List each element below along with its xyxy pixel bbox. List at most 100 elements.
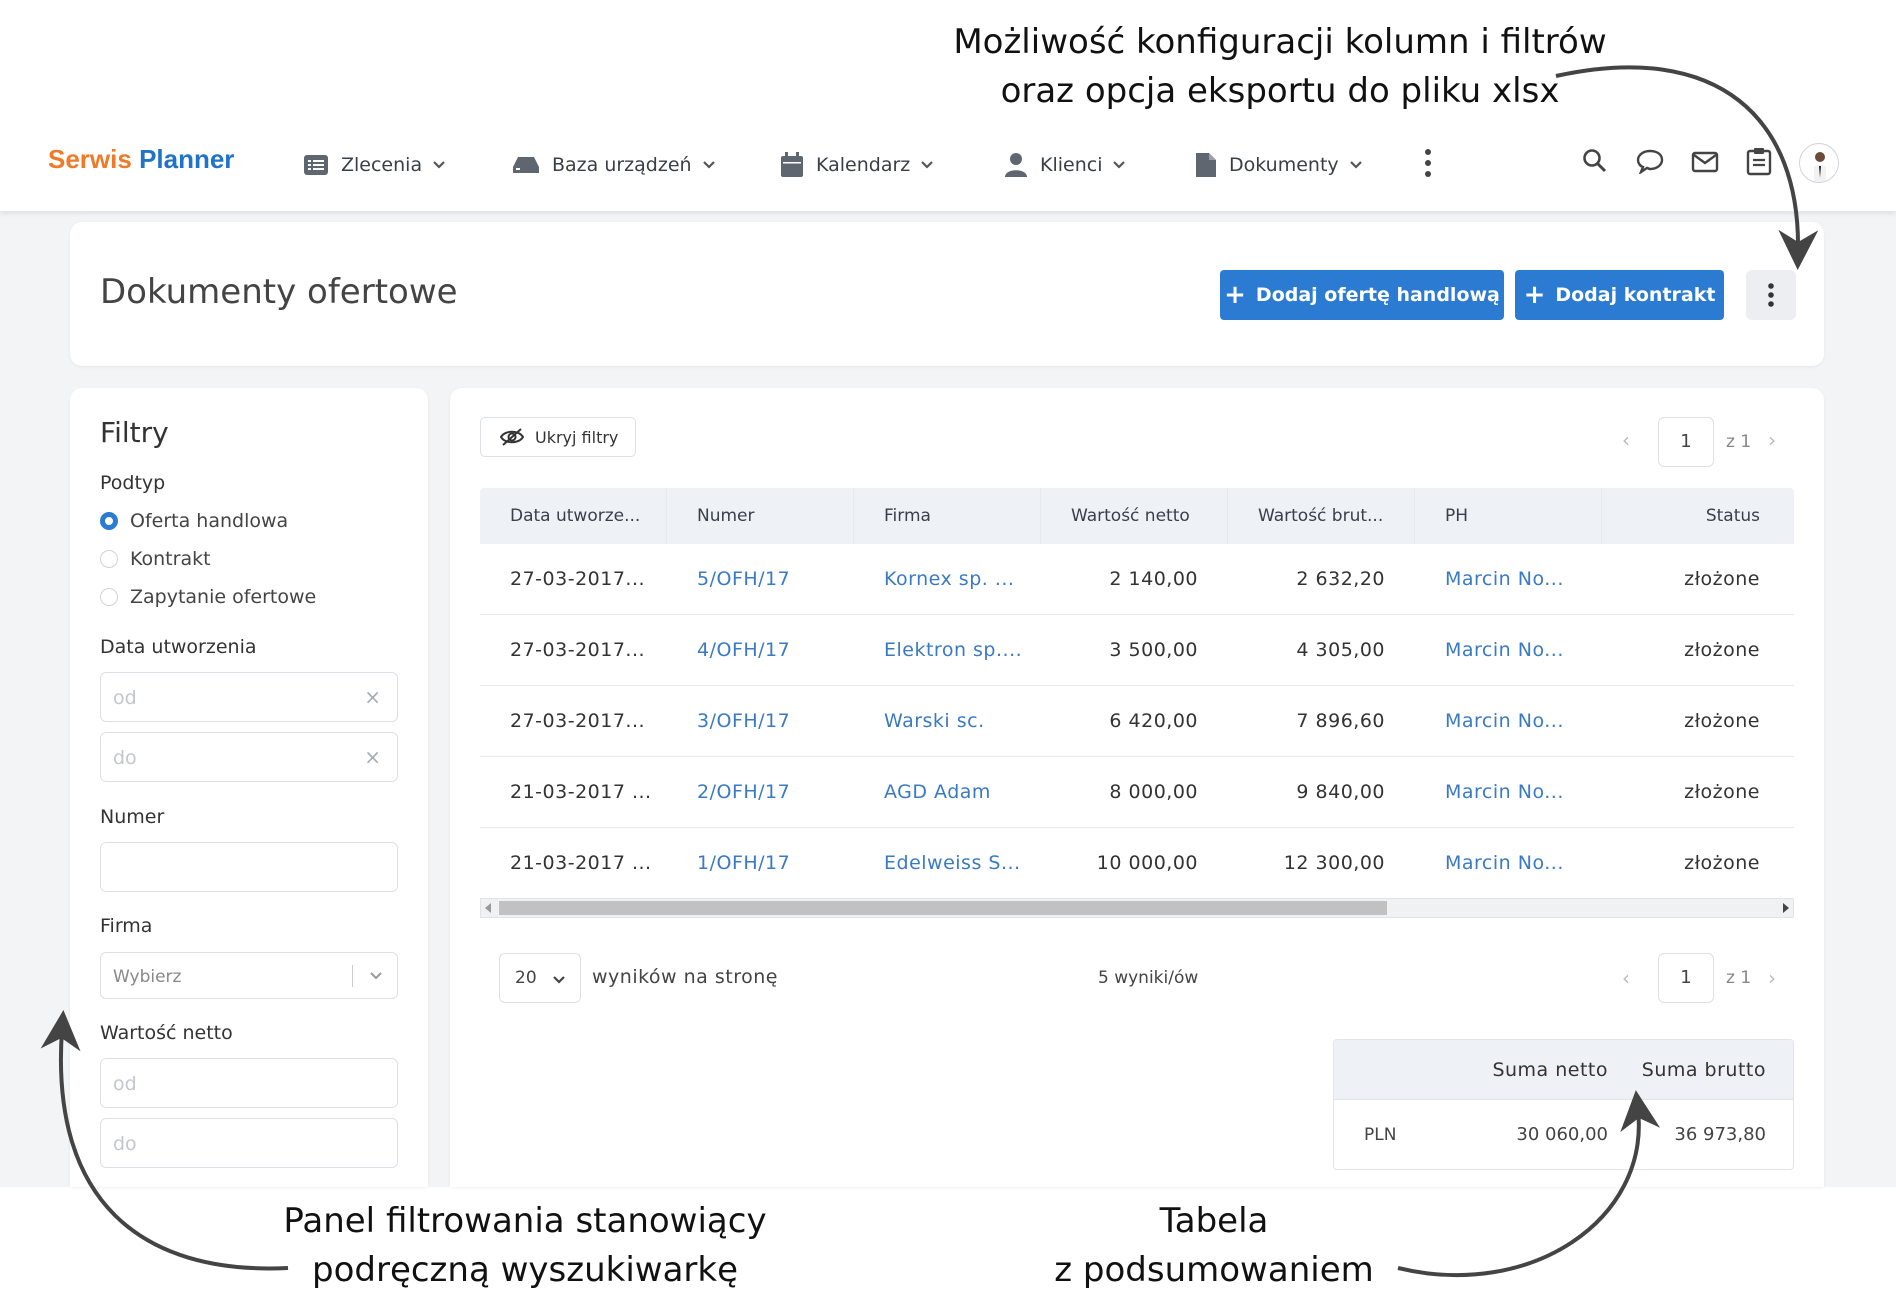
cell-number-link[interactable]: 5/OFH/17 bbox=[697, 544, 790, 614]
created-from-input[interactable]: od × bbox=[100, 672, 398, 722]
col-header-ph[interactable]: PH bbox=[1415, 488, 1602, 544]
annotation-top-line1: Możliwość konfiguracji kolumn i filtrów bbox=[953, 22, 1607, 62]
page-of-label: z 1 bbox=[1726, 432, 1752, 452]
nav-kalendarz[interactable]: Kalendarz bbox=[780, 118, 946, 212]
plus-icon: + bbox=[1523, 280, 1546, 310]
chevron-down-icon bbox=[1113, 161, 1126, 169]
nav-dokumenty[interactable]: Dokumenty bbox=[1195, 118, 1375, 212]
net-value-label: Wartość netto bbox=[100, 1022, 233, 1044]
select-placeholder: Wybierz bbox=[113, 967, 182, 987]
annotation-left-line2: podręczną wyszukiwarkę bbox=[312, 1250, 738, 1290]
nav-klienci[interactable]: Klienci bbox=[1004, 118, 1138, 212]
radio-zapytanie-ofertowe[interactable]: Zapytanie ofertowe bbox=[100, 586, 316, 608]
table-row[interactable]: 27-03-2017... 4/OFH/17 Elektron sp.... 3… bbox=[480, 615, 1794, 686]
company-label: Firma bbox=[100, 915, 153, 937]
more-vertical-icon[interactable] bbox=[1422, 148, 1434, 178]
logo-part2: Planner bbox=[139, 144, 235, 174]
radio-kontrakt[interactable]: Kontrakt bbox=[100, 548, 211, 570]
table-row[interactable]: 27-03-2017... 5/OFH/17 Kornex sp. ... 2 … bbox=[480, 544, 1794, 615]
user-avatar-icon bbox=[1814, 152, 1826, 182]
per-page-value: 20 bbox=[515, 968, 537, 988]
company-select[interactable]: Wybierz bbox=[100, 952, 398, 999]
col-header-netto[interactable]: Wartość netto bbox=[1041, 488, 1228, 544]
cell-company-link[interactable]: Warski sc. bbox=[884, 686, 985, 756]
per-page-select[interactable]: 20 bbox=[499, 953, 581, 1003]
annotation-right: Tabela z podsumowaniem bbox=[1014, 1197, 1414, 1295]
summary-net-value: 30 060,00 bbox=[1516, 1124, 1608, 1145]
chevron-down-icon bbox=[553, 976, 565, 984]
col-header-firma[interactable]: Firma bbox=[854, 488, 1041, 544]
cell-status: złożone bbox=[1684, 781, 1760, 803]
logo[interactable]: Serwis Planner bbox=[48, 144, 234, 175]
hide-filters-button[interactable]: Ukryj filtry bbox=[480, 417, 636, 457]
cell-number-link[interactable]: 2/OFH/17 bbox=[697, 757, 790, 827]
page-number-box[interactable]: 1 bbox=[1658, 953, 1714, 1003]
cell-status: złożone bbox=[1684, 568, 1760, 590]
cell-net: 8 000,00 bbox=[1109, 781, 1198, 803]
created-to-input[interactable]: do × bbox=[100, 732, 398, 782]
col-header-data[interactable]: Data utworze... bbox=[480, 488, 667, 544]
table-row[interactable]: 27-03-2017... 3/OFH/17 Warski sc. 6 420,… bbox=[480, 686, 1794, 757]
search-icon[interactable] bbox=[1582, 148, 1608, 174]
annotation-right-line2: z podsumowaniem bbox=[1054, 1250, 1374, 1290]
eye-off-icon bbox=[499, 428, 525, 446]
mail-icon[interactable] bbox=[1691, 151, 1719, 173]
chevron-down-icon bbox=[1349, 161, 1362, 169]
cell-ph-link[interactable]: Marcin No... bbox=[1445, 828, 1564, 898]
cell-gross: 2 632,20 bbox=[1296, 568, 1385, 590]
cell-number-link[interactable]: 4/OFH/17 bbox=[697, 615, 790, 685]
cell-ph-link[interactable]: Marcin No... bbox=[1445, 615, 1564, 685]
nav-zlecenia[interactable]: Zlecenia bbox=[303, 118, 458, 212]
pagination-next-icon[interactable]: › bbox=[1768, 966, 1776, 990]
table-row[interactable]: 21-03-2017 ... 1/OFH/17 Edelweiss S... 1… bbox=[480, 828, 1794, 899]
cell-date: 27-03-2017... bbox=[510, 568, 646, 590]
pagination-next-icon[interactable]: › bbox=[1768, 428, 1776, 452]
scrollbar-thumb[interactable] bbox=[499, 901, 1387, 915]
number-input[interactable] bbox=[100, 842, 398, 892]
nav-label: Dokumenty bbox=[1229, 154, 1339, 176]
pagination-prev-icon[interactable]: ‹ bbox=[1622, 428, 1630, 452]
cell-number-link[interactable]: 1/OFH/17 bbox=[697, 828, 790, 898]
col-header-status[interactable]: Status bbox=[1602, 488, 1794, 544]
cell-status: złożone bbox=[1684, 710, 1760, 732]
page-title: Dokumenty ofertowe bbox=[100, 272, 458, 312]
scroll-right-arrow[interactable] bbox=[1783, 903, 1789, 913]
net-to-input[interactable]: do bbox=[100, 1118, 398, 1168]
nav-label: Kalendarz bbox=[816, 154, 911, 176]
nav-label: Zlecenia bbox=[341, 154, 423, 176]
net-from-input[interactable]: od bbox=[100, 1058, 398, 1108]
nav-baza-urzadzen[interactable]: Baza urządzeń bbox=[512, 118, 728, 212]
radio-oferta-handlowa[interactable]: Oferta handlowa bbox=[100, 510, 288, 532]
horizontal-scrollbar[interactable] bbox=[480, 898, 1794, 918]
per-page-label: wyników na stronę bbox=[592, 966, 778, 988]
add-offer-button[interactable]: + Dodaj ofertę handlową bbox=[1220, 270, 1504, 320]
cell-ph-link[interactable]: Marcin No... bbox=[1445, 544, 1564, 614]
list-icon bbox=[304, 155, 328, 175]
placeholder: od bbox=[113, 1073, 137, 1095]
header-more-button[interactable] bbox=[1746, 270, 1796, 320]
cell-company-link[interactable]: AGD Adam bbox=[884, 757, 991, 827]
placeholder: do bbox=[113, 747, 137, 769]
cell-ph-link[interactable]: Marcin No... bbox=[1445, 686, 1564, 756]
radio-label: Oferta handlowa bbox=[130, 510, 289, 532]
avatar[interactable] bbox=[1799, 143, 1839, 183]
clipboard-icon[interactable] bbox=[1746, 146, 1772, 176]
clear-icon[interactable]: × bbox=[364, 745, 381, 769]
col-header-brutto[interactable]: Wartość brut... bbox=[1228, 488, 1415, 544]
cell-company-link[interactable]: Kornex sp. ... bbox=[884, 544, 1014, 614]
chat-icon[interactable] bbox=[1636, 148, 1664, 174]
chevron-down-icon bbox=[921, 161, 934, 169]
col-header-numer[interactable]: Numer bbox=[667, 488, 854, 544]
clear-icon[interactable]: × bbox=[364, 685, 381, 709]
cell-number-link[interactable]: 3/OFH/17 bbox=[697, 686, 790, 756]
table-row[interactable]: 21-03-2017 ... 2/OFH/17 AGD Adam 8 000,0… bbox=[480, 757, 1794, 828]
page-number-box[interactable]: 1 bbox=[1658, 417, 1714, 467]
pagination-prev-icon[interactable]: ‹ bbox=[1622, 966, 1630, 990]
select-divider bbox=[352, 965, 353, 987]
page-of-label: z 1 bbox=[1726, 968, 1752, 988]
cell-company-link[interactable]: Edelweiss S... bbox=[884, 828, 1021, 898]
add-contract-button[interactable]: + Dodaj kontrakt bbox=[1515, 270, 1724, 320]
cell-ph-link[interactable]: Marcin No... bbox=[1445, 757, 1564, 827]
scroll-left-arrow[interactable] bbox=[485, 903, 491, 913]
cell-company-link[interactable]: Elektron sp.... bbox=[884, 615, 1022, 685]
